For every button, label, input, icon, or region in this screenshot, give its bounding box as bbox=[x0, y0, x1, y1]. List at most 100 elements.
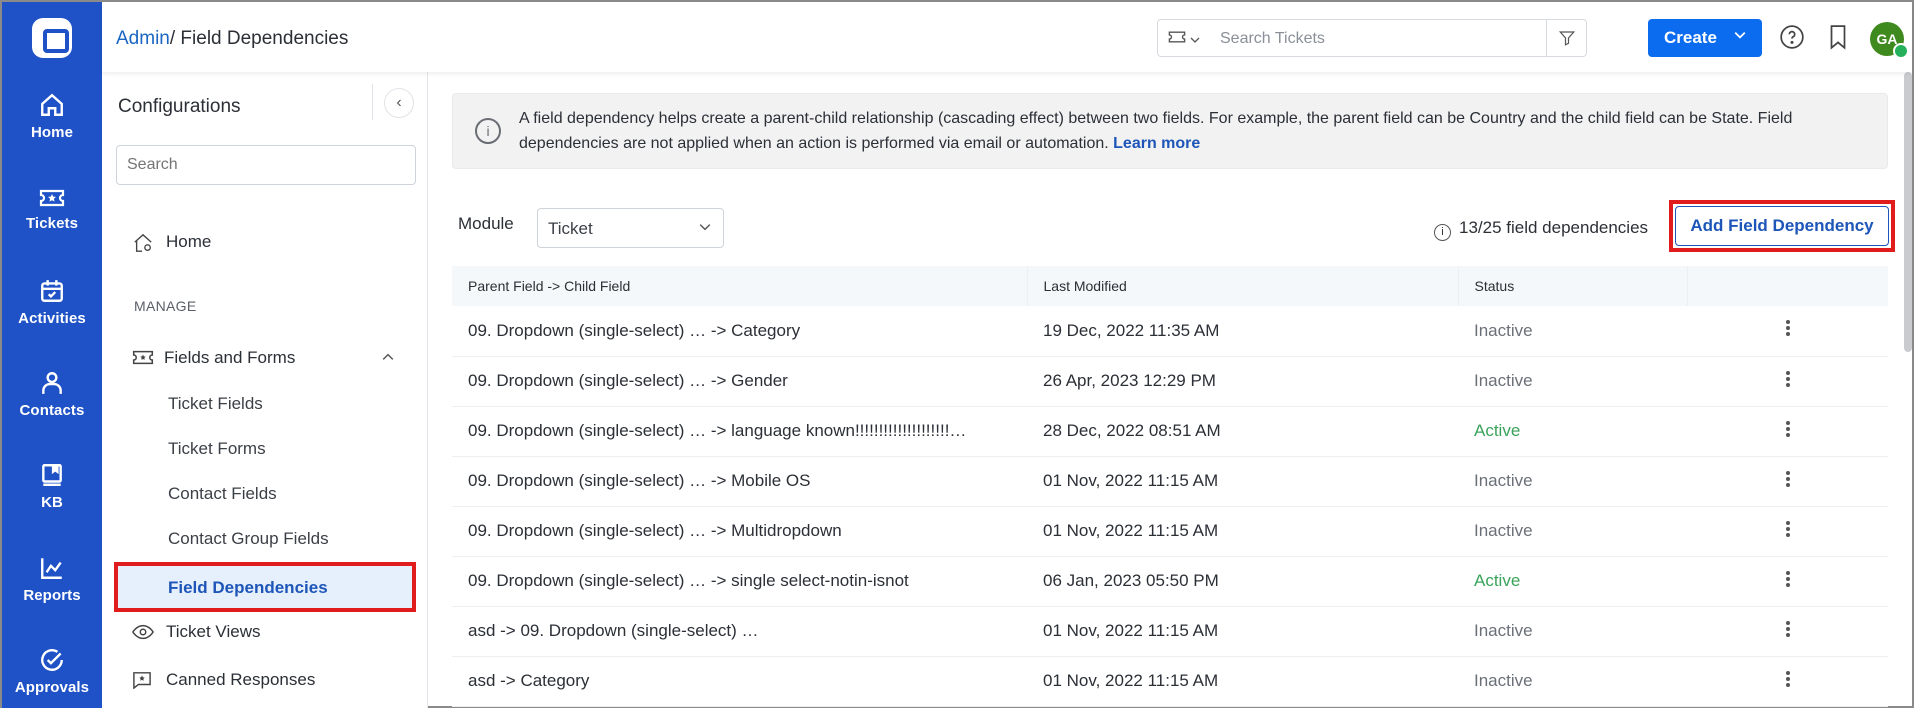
book-icon bbox=[42, 464, 62, 486]
config-search-input[interactable] bbox=[116, 145, 416, 185]
column-header-status[interactable]: Status bbox=[1457, 266, 1687, 306]
eye-icon bbox=[132, 624, 154, 640]
rail-item-approvals[interactable]: Approvals bbox=[2, 647, 102, 696]
table-row[interactable]: 09. Dropdown (single-select) … -> Gender… bbox=[452, 356, 1888, 407]
breadcrumb-admin-link[interactable]: Admin bbox=[116, 28, 170, 49]
home-icon bbox=[41, 93, 63, 116]
search-scope-dropdown[interactable] bbox=[1168, 30, 1200, 47]
status-badge: Inactive bbox=[1458, 506, 1687, 557]
field-cell[interactable]: 09. Dropdown (single-select) … -> Gender bbox=[452, 356, 1027, 407]
more-options-icon[interactable] bbox=[1785, 469, 1790, 489]
count-text: 13/25 field dependencies bbox=[1459, 218, 1649, 237]
nav-label: Contact Fields bbox=[168, 484, 277, 503]
table-row[interactable]: 09. Dropdown (single-select) … -> Multid… bbox=[452, 506, 1888, 557]
add-field-dependency-highlight: Add Field Dependency bbox=[1669, 200, 1895, 252]
field-cell[interactable]: 09. Dropdown (single-select) … -> single… bbox=[452, 556, 1027, 607]
column-header-actions bbox=[1686, 266, 1888, 306]
last-modified-cell: 19 Dec, 2022 11:35 AM bbox=[1027, 306, 1458, 357]
sidebar-title: Configurations bbox=[118, 96, 241, 117]
row-actions-cell bbox=[1687, 356, 1888, 407]
page-scrollbar[interactable] bbox=[1904, 72, 1912, 352]
nav-label: Ticket Fields bbox=[168, 394, 263, 413]
nav-label: Home bbox=[166, 232, 212, 251]
info-icon: i bbox=[475, 118, 501, 144]
field-cell[interactable]: 09. Dropdown (single-select) … -> Multid… bbox=[452, 506, 1027, 557]
person-icon bbox=[42, 372, 62, 394]
more-options-icon[interactable] bbox=[1785, 519, 1790, 539]
column-header-last-modified[interactable]: Last Modified bbox=[1026, 266, 1458, 306]
row-actions-cell bbox=[1687, 656, 1888, 707]
status-badge: Inactive bbox=[1458, 656, 1687, 707]
check-circle-icon bbox=[41, 649, 63, 671]
info-message: A field dependency helps create a parent… bbox=[519, 106, 1869, 156]
search-input[interactable]: Search Tickets bbox=[1220, 30, 1325, 48]
rail-item-contacts[interactable]: Contacts bbox=[2, 370, 102, 419]
table-row[interactable]: asd -> Category 01 Nov, 2022 11:15 AM Inac… bbox=[452, 656, 1888, 707]
module-select[interactable]: Ticket bbox=[537, 208, 724, 248]
sidebar-item-field-dependencies[interactable]: Field Dependencies bbox=[114, 562, 416, 612]
bookmark-icon[interactable] bbox=[1827, 24, 1849, 50]
dependency-count: i 13/25 field dependencies bbox=[1434, 218, 1648, 241]
configurations-sidebar: Configurations ‹ Home MANAGE Fields and … bbox=[102, 72, 428, 708]
chevron-down-icon bbox=[1734, 31, 1746, 39]
more-options-icon[interactable] bbox=[1785, 619, 1790, 639]
status-badge: Inactive bbox=[1458, 306, 1687, 357]
column-header-field: Parent Field -> Child Field bbox=[452, 266, 1027, 306]
more-options-icon[interactable] bbox=[1785, 569, 1790, 589]
field-cell[interactable]: 09. Dropdown (single-select) … -> Catego… bbox=[452, 306, 1027, 357]
chevron-down-icon bbox=[699, 224, 711, 231]
row-actions-cell bbox=[1687, 456, 1888, 507]
table-row[interactable]: 09. Dropdown (single-select) … -> Mobile… bbox=[452, 456, 1888, 507]
learn-more-link[interactable]: Learn more bbox=[1113, 135, 1200, 152]
table-row[interactable]: 09. Dropdown (single-select) … -> Catego… bbox=[452, 306, 1888, 357]
ticket-icon bbox=[132, 350, 154, 365]
last-modified-cell: 01 Nov, 2022 11:15 AM bbox=[1027, 656, 1458, 707]
filter-icon bbox=[1558, 31, 1576, 46]
field-cell[interactable]: 09. Dropdown (single-select) … -> langua… bbox=[452, 406, 1027, 457]
main-content: i A field dependency helps create a pare… bbox=[429, 72, 1912, 708]
chevron-left-icon: ‹ bbox=[396, 94, 402, 111]
home-settings-icon bbox=[134, 233, 152, 252]
help-icon[interactable] bbox=[1779, 24, 1805, 50]
nav-label: Field Dependencies bbox=[168, 578, 328, 597]
filter-button[interactable] bbox=[1546, 20, 1586, 56]
user-avatar[interactable]: GA bbox=[1870, 22, 1909, 59]
table-row[interactable]: 09. Dropdown (single-select) … -> single… bbox=[452, 556, 1888, 607]
breadcrumb-separator: / bbox=[169, 28, 181, 49]
chart-icon bbox=[41, 558, 62, 579]
ticket-search[interactable]: Search Tickets bbox=[1157, 19, 1587, 57]
breadcrumb-current: Field Dependencies bbox=[180, 28, 349, 49]
table-row[interactable]: 09. Dropdown (single-select) … -> langua… bbox=[452, 406, 1888, 457]
field-cell[interactable]: asd -> 09. Dropdown (single-select) … bbox=[452, 606, 1027, 657]
row-actions-cell bbox=[1687, 306, 1888, 357]
add-field-dependency-button[interactable]: Add Field Dependency bbox=[1675, 206, 1889, 246]
more-options-icon[interactable] bbox=[1785, 419, 1790, 439]
rail-item-tickets[interactable]: Tickets bbox=[2, 187, 102, 232]
status-badge: Active bbox=[1458, 406, 1687, 457]
nav-label: Fields and Forms bbox=[164, 348, 296, 367]
status-badge: Inactive bbox=[1458, 606, 1687, 657]
nav-label: Ticket Views bbox=[166, 622, 261, 641]
more-options-icon[interactable] bbox=[1785, 318, 1790, 338]
rail-label: Reports bbox=[23, 587, 81, 604]
app-logo[interactable] bbox=[32, 18, 72, 58]
more-options-icon[interactable] bbox=[1785, 369, 1790, 389]
collapse-sidebar-button[interactable]: ‹ bbox=[384, 88, 414, 118]
last-modified-cell: 06 Jan, 2023 05:50 PM bbox=[1027, 556, 1458, 607]
field-cell[interactable]: 09. Dropdown (single-select) … -> Mobile… bbox=[452, 456, 1027, 507]
create-label: Create bbox=[1664, 28, 1717, 47]
rail-item-kb[interactable]: KB bbox=[2, 462, 102, 511]
row-actions-cell bbox=[1687, 606, 1888, 657]
rail-item-activities[interactable]: Activities bbox=[2, 278, 102, 327]
more-options-icon[interactable] bbox=[1785, 669, 1790, 689]
field-cell[interactable]: asd -> Category bbox=[452, 656, 1027, 707]
info-icon: i bbox=[1434, 224, 1451, 241]
nav-label: Contact Group Fields bbox=[168, 529, 329, 548]
create-button[interactable]: Create bbox=[1648, 19, 1762, 57]
chevron-up-icon[interactable] bbox=[382, 353, 394, 361]
rail-label: Home bbox=[30, 124, 74, 141]
calendar-check-icon bbox=[41, 280, 63, 302]
rail-item-home[interactable]: Home bbox=[2, 92, 102, 141]
rail-item-reports[interactable]: Reports bbox=[2, 555, 102, 604]
table-row[interactable]: asd -> 09. Dropdown (single-select) … 01 … bbox=[452, 606, 1888, 657]
